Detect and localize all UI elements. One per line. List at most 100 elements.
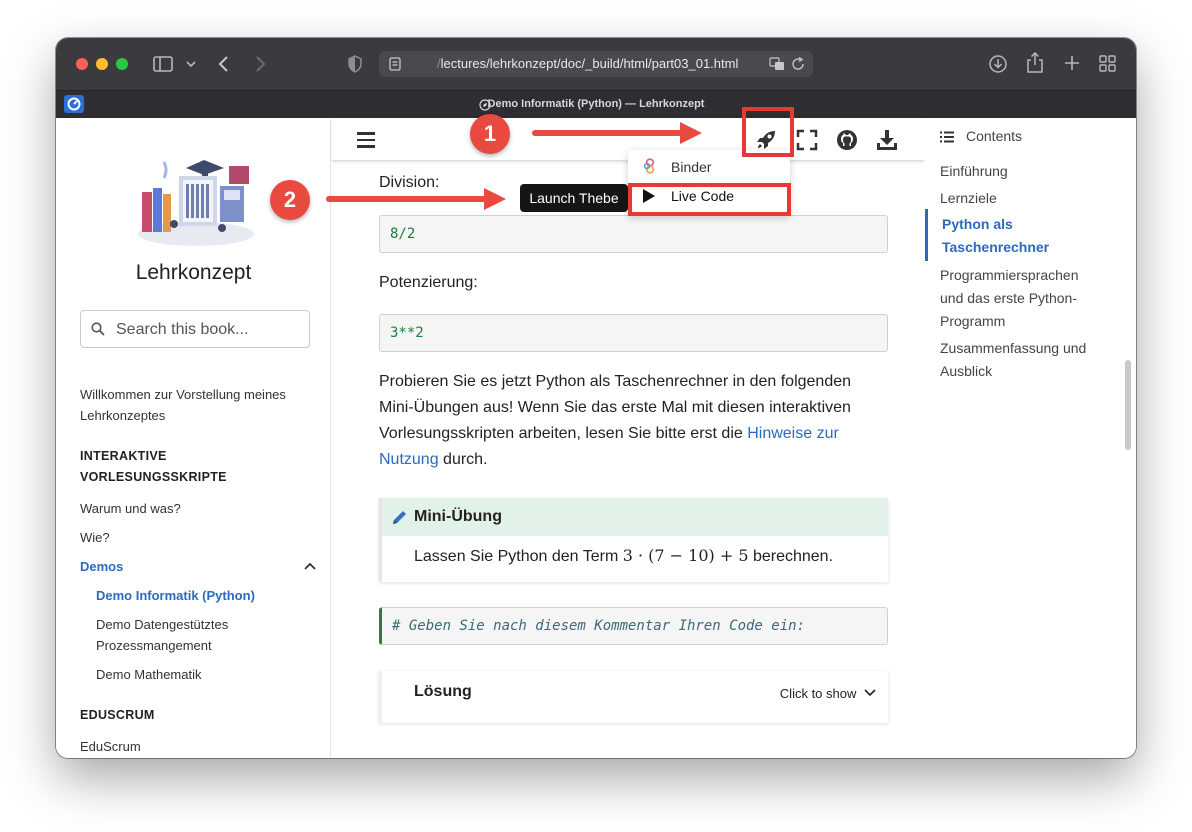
division-label: Division: — [379, 174, 440, 191]
toc-item-taschenrechner[interactable]: Python als Taschenrechner — [942, 213, 1049, 259]
nav-item-welcome[interactable]: Willkommen zur Vorstellung meines Lehrko… — [80, 384, 286, 426]
paragraph-line3-text: Vorlesungsskripten arbeiten, lesen Sie b… — [379, 425, 748, 442]
sidebar-toggle-icon[interactable] — [153, 56, 173, 72]
tab-title[interactable]: Demo Informatik (Python) — Lehrkonzept — [56, 98, 1136, 110]
address-bar[interactable]: /lectures/lehrkonzept/doc/_build/html/pa… — [379, 51, 813, 77]
back-icon[interactable] — [218, 55, 230, 73]
code-cell-division[interactable]: 8/2 — [379, 215, 888, 253]
step-2-arrow — [326, 196, 486, 202]
toc-item-zusammenfassung-line2: Ausblick — [940, 363, 993, 379]
pencil-icon — [393, 511, 406, 524]
exercise-math: 3 · (7 − 10) + 5 — [622, 546, 749, 565]
nav-subitem-datengestuetzt[interactable]: Demo Datengestütztes Prozessmangement — [96, 614, 228, 656]
toc-item-zusammenfassung-line1: Zusammenfassung und — [940, 340, 1087, 356]
compass-icon — [479, 99, 491, 111]
book-logo-illustration — [138, 160, 254, 246]
new-tab-icon[interactable] — [1064, 55, 1080, 71]
reload-icon[interactable] — [792, 57, 805, 71]
intro-paragraph: Probieren Sie es jetzt Python als Tasche… — [379, 369, 888, 473]
step-1-arrow — [532, 130, 682, 136]
nav-caption-interaktive: INTERAKTIVE VORLESUNGSSKRIPTE — [80, 446, 227, 488]
list-icon — [940, 131, 954, 143]
toc-item-lernziele[interactable]: Lernziele — [940, 187, 997, 210]
url-path: lectures/lehrkonzept/doc/_build/html/par… — [440, 56, 739, 71]
nav-item-welcome-line1: Willkommen zur Vorstellung meines — [80, 387, 286, 402]
toc-item-programmiersprachen[interactable]: Programmiersprachen und das erste Python… — [940, 264, 1079, 333]
translate-icon[interactable] — [769, 57, 785, 71]
chevron-down-icon — [864, 689, 876, 697]
search-input[interactable]: Search this book... — [80, 310, 310, 348]
downloads-icon[interactable] — [988, 54, 1008, 74]
toc-header: Contents — [966, 128, 1023, 144]
menu-toggle-icon[interactable] — [357, 132, 375, 148]
hinweise-link-cont[interactable]: Nutzung — [379, 451, 439, 468]
toc-item-programmiersprachen-line1: Programmiersprachen — [940, 267, 1079, 283]
pinned-tab-icon[interactable] — [64, 95, 84, 113]
toc-item-programmiersprachen-line3: Programm — [940, 313, 1006, 329]
step-1-arrow-head — [680, 122, 702, 144]
code-cell-potenzierung[interactable]: 3**2 — [379, 314, 888, 352]
github-icon[interactable] — [836, 129, 858, 151]
exercise-body: Lassen Sie Python den Term 3 · (7 − 10) … — [414, 546, 833, 566]
paragraph-line1: Probieren Sie es jetzt Python als Tasche… — [379, 373, 852, 390]
minimize-window-button[interactable] — [96, 58, 108, 70]
zoom-window-button[interactable] — [116, 58, 128, 70]
url-text: /lectures/lehrkonzept/doc/_build/html/pa… — [437, 56, 738, 71]
potenzierung-label: Potenzierung: — [379, 274, 478, 291]
toc-item-einfuehrung[interactable]: Einführung — [940, 160, 1008, 183]
nav-caption-eduscrum: EDUSCRUM — [80, 708, 155, 722]
toc-item-zusammenfassung[interactable]: Zusammenfassung und Ausblick — [940, 337, 1086, 383]
paragraph-line4: Nutzung durch. — [379, 447, 888, 473]
paragraph-line2: Mini-Übungen aus! Wenn Sie das erste Mal… — [379, 399, 851, 416]
toc-item-taschenrechner-line1: Python als — [942, 216, 1013, 232]
forward-icon[interactable] — [254, 55, 266, 73]
search-placeholder: Search this book... — [116, 321, 249, 338]
code-cell-exercise[interactable]: # Geben Sie nach diesem Kommentar Ihren … — [379, 607, 888, 645]
nav-item-warum[interactable]: Warum und was? — [80, 498, 181, 519]
share-icon[interactable] — [1026, 52, 1044, 74]
nav-subitem-mathematik[interactable]: Demo Mathematik — [96, 664, 201, 685]
exercise-text-post: berechnen. — [748, 548, 834, 565]
nav-subitem-datengestuetzt-line2: Prozessmangement — [96, 638, 212, 653]
fullscreen-icon[interactable] — [796, 129, 818, 151]
exercise-title: Mini-Übung — [414, 508, 502, 525]
toc-item-programmiersprachen-line2: und das erste Python- — [940, 290, 1077, 306]
close-window-button[interactable] — [76, 58, 88, 70]
book-title[interactable]: Lehrkonzept — [56, 261, 331, 285]
page-toc: Contents Einführung Lernziele Python als… — [924, 119, 1136, 758]
step-1-badge: 1 — [470, 114, 510, 154]
tab-bar: Demo Informatik (Python) — Lehrkonzept — [56, 90, 1136, 118]
download-icon[interactable] — [876, 129, 898, 151]
binder-option[interactable]: Binder — [671, 159, 711, 175]
tab-overview-icon[interactable] — [1099, 55, 1116, 72]
privacy-shield-icon[interactable] — [348, 55, 362, 73]
exercise-text-pre: Lassen Sie Python den Term — [414, 548, 623, 565]
click-to-show-label: Click to show — [779, 686, 857, 701]
nav-item-demos[interactable]: Demos — [80, 556, 123, 577]
chevron-down-icon[interactable] — [186, 60, 196, 68]
nav-subitem-informatik[interactable]: Demo Informatik (Python) — [96, 585, 255, 606]
nav-item-eduscrum[interactable]: EduScrum — [80, 736, 141, 757]
exercise-header: Mini-Übung — [382, 498, 888, 536]
solution-toggle[interactable]: Lösung Click to show — [379, 671, 888, 723]
launch-thebe-tooltip: Launch Thebe — [520, 184, 628, 212]
chevron-up-icon[interactable] — [304, 562, 316, 570]
click-to-show[interactable]: Click to show — [780, 686, 876, 701]
browser-window: /lectures/lehrkonzept/doc/_build/html/pa… — [56, 38, 1136, 758]
hinweise-link[interactable]: Hinweise zur — [747, 425, 839, 442]
rocket-highlight-box — [742, 107, 794, 157]
scrollbar-thumb[interactable] — [1125, 360, 1131, 450]
step-2-badge: 2 — [270, 180, 310, 220]
toc-item-taschenrechner-line2: Taschenrechner — [942, 239, 1050, 255]
search-icon — [91, 322, 105, 336]
nav-caption-line2: VORLESUNGSSKRIPTE — [80, 470, 227, 484]
paragraph-line4-text: durch. — [438, 451, 488, 468]
exercise-admonition: Mini-Übung Lassen Sie Python den Term 3 … — [379, 498, 888, 582]
live-code-highlight-box — [628, 183, 791, 216]
nav-subitem-datengestuetzt-line1: Demo Datengestütztes — [96, 617, 229, 632]
nav-item-welcome-line2: Lehrkonzeptes — [80, 408, 166, 423]
toc-active-indicator — [925, 209, 928, 261]
step-2-arrow-head — [484, 188, 506, 210]
nav-item-wie[interactable]: Wie? — [80, 527, 110, 548]
browser-toolbar: /lectures/lehrkonzept/doc/_build/html/pa… — [56, 38, 1136, 90]
